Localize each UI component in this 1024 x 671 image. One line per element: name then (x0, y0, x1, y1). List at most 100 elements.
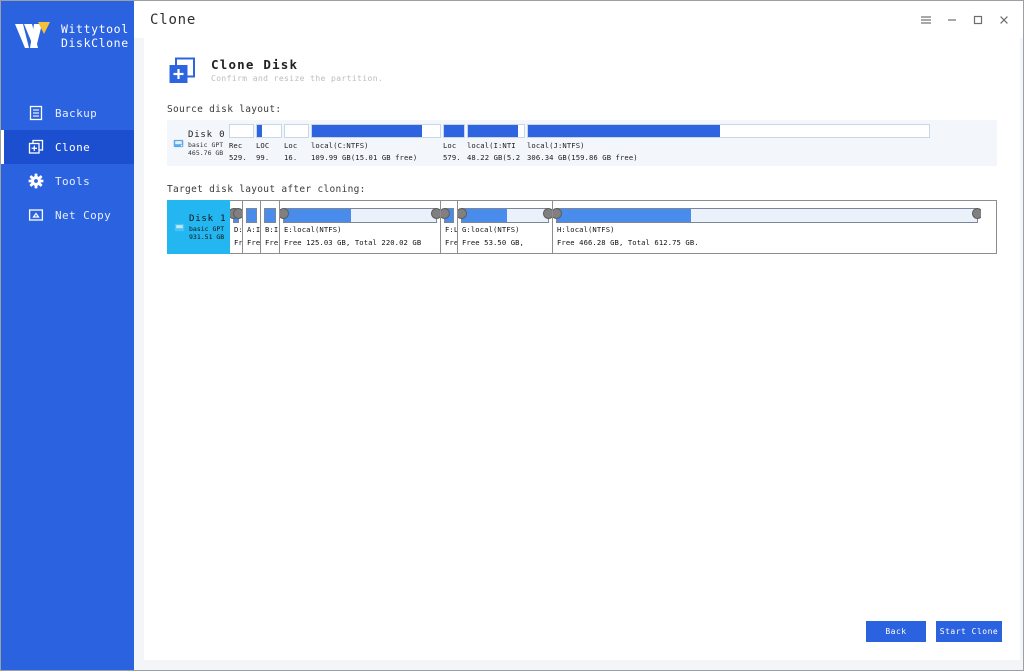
page-subtitle: Confirm and resize the partition. (211, 74, 384, 83)
source-disk-panel: Disk 0 basic GPT 465.76 GB Rec 529. LOC 99.… (167, 120, 997, 166)
brand-line-2: DiskClone (61, 36, 129, 50)
target-partition-name: G:local(NTFS) (462, 225, 520, 234)
source-partition-name: local(C:NTFS) (311, 141, 369, 150)
target-disk-info: Disk 1 basic GPT 931.51 GB (167, 200, 230, 254)
sidebar: Wittytool DiskClone Backup Clone Tools N… (1, 1, 134, 670)
target-partition-detail: Free 466.28 GB, Total 612.75 GB. (557, 237, 699, 247)
source-partition-detail: 16. (284, 153, 298, 162)
source-partition-bar (311, 124, 441, 138)
source-partition-detail: 99. (256, 153, 270, 162)
target-partition-name: B:I (265, 225, 279, 234)
titlebar: Clone (134, 1, 1023, 38)
resize-handle-right[interactable] (543, 208, 552, 219)
content-area: Clone Disk Confirm and resize the partit… (134, 38, 1023, 670)
sidebar-item-tools[interactable]: Tools (1, 164, 134, 198)
source-partition-bar (467, 124, 525, 138)
target-partition-bar (461, 208, 549, 223)
target-partition-detail: Fre (234, 237, 243, 247)
sidebar-item-backup[interactable]: Backup (1, 96, 134, 130)
source-partition-detail: 109.99 GB(15.01 GB free) (311, 153, 418, 162)
target-partition-detail: Free 53.50 GB, (462, 237, 524, 247)
sidebar-item-label: Backup (55, 106, 98, 120)
source-disk-size: 465.76 GB (188, 149, 224, 157)
target-disk-type: basic GPT (189, 225, 225, 233)
window-title: Clone (150, 11, 197, 28)
resize-handle-right[interactable] (233, 208, 242, 219)
source-partition-name: LOC (256, 141, 270, 150)
backup-icon (28, 105, 44, 121)
target-partition[interactable]: H:local(NTFS) Free 466.28 GB, Total 612.7… (553, 201, 981, 253)
resize-handle-right[interactable] (431, 208, 440, 219)
source-partition-detail: 48.22 GB(5.2 (467, 153, 521, 162)
target-partition-detail: Fre (265, 237, 279, 247)
source-partition-name: Loc (284, 141, 298, 150)
target-partition-name: A:I (247, 225, 261, 234)
source-partition-bar (229, 124, 254, 138)
target-partition[interactable]: G:local(NTFS) Free 53.50 GB, (458, 201, 553, 253)
target-partition[interactable]: E:local(NTFS) Free 125.03 GB, Total 220.0… (280, 201, 441, 253)
hamburger-menu-icon[interactable] (913, 7, 939, 33)
source-partition-name: local(J:NTFS) (527, 141, 585, 150)
gear-icon (28, 173, 44, 189)
main-area: Clone Clone Disk Confirm and resize the … (134, 1, 1023, 670)
target-partition-bar (264, 208, 276, 223)
source-partition: local(J:NTFS) 306.34 GB(159.86 GB free) (527, 120, 930, 166)
source-partition-bar (527, 124, 930, 138)
target-partition-detail: Fre (247, 237, 261, 247)
source-partition-name: Loc (443, 141, 457, 150)
target-partition-name: H:local(NTFS) (557, 225, 615, 234)
source-partition: Loc 16. (284, 120, 309, 166)
source-partition-name: local(I:NTI (467, 141, 516, 150)
clone-icon (28, 139, 44, 155)
target-partition[interactable]: B:I Fre (261, 201, 280, 253)
app-window: Wittytool DiskClone Backup Clone Tools N… (0, 0, 1024, 671)
source-partition: local(I:NTI 48.22 GB(5.2 (467, 120, 525, 166)
source-partition-bar (256, 124, 282, 138)
sidebar-item-label: Tools (55, 174, 91, 188)
target-disk-label: Target disk layout after cloning: (167, 184, 366, 195)
target-partition-name: D: (234, 225, 243, 234)
target-partition-bar (556, 208, 978, 223)
target-partition-detail: Free 125.03 GB, Total 220.02 GB (284, 237, 422, 247)
source-partition-detail: 529. (229, 153, 247, 162)
brand-logo: Wittytool DiskClone (1, 1, 134, 58)
source-partition-bar (443, 124, 465, 138)
target-partition[interactable]: D: Fre (230, 201, 243, 253)
clone-disk-icon (167, 56, 197, 86)
source-disk-info: Disk 0 basic GPT 465.76 GB (167, 120, 229, 166)
wittytool-logo-icon (13, 18, 55, 58)
sidebar-item-label: Net Copy (55, 208, 112, 222)
resize-handle-right[interactable] (972, 208, 981, 219)
source-partition: Rec 529. (229, 120, 254, 166)
target-partition[interactable]: F:L Fre (441, 201, 458, 253)
net-copy-icon (28, 207, 44, 223)
brand-text: Wittytool DiskClone (61, 18, 129, 50)
source-partition-bar (284, 124, 309, 138)
maximize-icon[interactable] (965, 7, 991, 33)
source-partition-detail: 306.34 GB(159.86 GB free) (527, 153, 638, 162)
minimize-icon[interactable] (939, 7, 965, 33)
sidebar-item-label: Clone (55, 140, 91, 154)
disk-icon (174, 218, 185, 237)
start-clone-button[interactable]: Start Clone (936, 621, 1002, 642)
target-partitions: D: Fre A:I Fre B:I Fre E:local(NTFS) Free 125.0… (230, 200, 997, 254)
source-partition-detail: 579. (443, 153, 461, 162)
back-button[interactable]: Back (866, 621, 926, 642)
close-icon[interactable] (991, 7, 1017, 33)
sidebar-item-clone[interactable]: Clone (1, 130, 134, 164)
target-partition-name: F:L (445, 225, 458, 234)
target-disk-name: Disk 1 (189, 214, 227, 224)
source-partition-name: Rec (229, 141, 243, 150)
page-title: Clone Disk (211, 57, 299, 72)
target-partition[interactable]: A:I Fre (243, 201, 261, 253)
source-partition: local(C:NTFS) 109.99 GB(15.01 GB free) (311, 120, 441, 166)
window-controls (913, 7, 1017, 33)
target-partition-bar (246, 208, 257, 223)
target-partition-bar (283, 208, 437, 223)
source-disk-type: basic GPT (188, 141, 224, 149)
disk-icon (173, 134, 184, 153)
target-partition-name: E:local(NTFS) (284, 225, 342, 234)
sidebar-item-net-copy[interactable]: Net Copy (1, 198, 134, 232)
source-disk-label: Source disk layout: (167, 104, 282, 115)
brand-line-1: Wittytool (61, 22, 129, 36)
